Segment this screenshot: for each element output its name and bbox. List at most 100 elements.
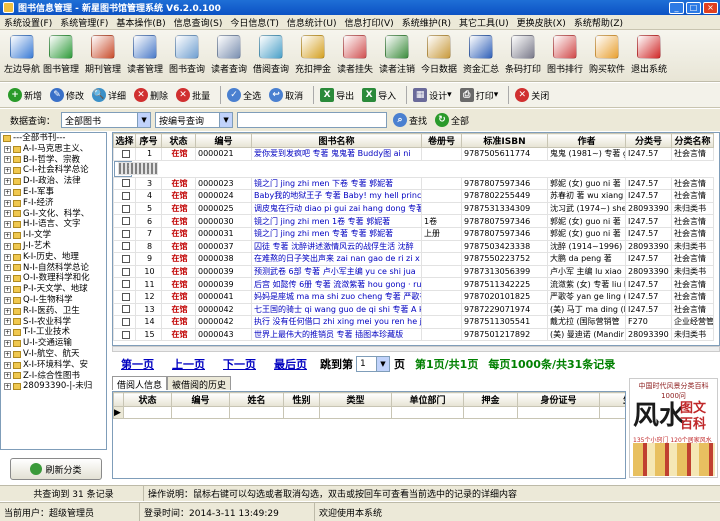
table-row[interactable]: 6 在馆 0000030 镜之门 jing zhi men 1卷 专著 郭妮著 1卷 97…: [113, 214, 714, 228]
tree-node[interactable]: ---全部书刊---: [1, 133, 106, 144]
checkbox[interactable]: [121, 305, 130, 314]
tree-node[interactable]: + D-I-政治、法律: [1, 176, 106, 187]
tree-node[interactable]: + B-I-哲学、宗教: [1, 155, 106, 166]
tab-borrow-history[interactable]: 被借阅的历史: [167, 376, 232, 391]
cancel-button[interactable]: ↩ 取消: [269, 88, 303, 102]
category-select[interactable]: 全部图书 ▼: [61, 112, 152, 128]
tree-node[interactable]: + S-I-农业科学: [1, 317, 106, 328]
column-header[interactable]: 编号: [195, 133, 252, 148]
tree-node[interactable]: + H-I-语言、文字: [1, 219, 106, 230]
menu-item[interactable]: 系统维护(R): [398, 16, 455, 29]
all-button[interactable]: ↻ 全部: [435, 113, 469, 127]
table-row[interactable]: 11 在馆 0000039 后宫 如懿传 6册 专著 流潋紫著 hou gong · …: [113, 277, 714, 291]
column-header[interactable]: 分类号: [625, 133, 672, 148]
select-all-button[interactable]: ✓ 全选: [227, 88, 261, 102]
expand-icon[interactable]: +: [4, 242, 11, 250]
column-header[interactable]: 卷册号: [421, 133, 462, 148]
checkbox[interactable]: [121, 254, 130, 263]
row-checkbox[interactable]: [113, 252, 136, 266]
menu-item[interactable]: 系统管理(F): [56, 16, 112, 29]
tree-node[interactable]: +28093390-|-未归: [1, 381, 106, 392]
tree-node[interactable]: + U-I-交通运输: [1, 338, 106, 349]
table-row[interactable]: 8 在馆 0000037 囚徒 专著 沈醉讲述激情风云的战俘生活 沈醉 97875034…: [113, 239, 714, 254]
expand-icon[interactable]: +: [4, 232, 11, 240]
row-checkbox[interactable]: [113, 189, 136, 203]
tree-node[interactable]: + K-I-历史、地理: [1, 252, 106, 263]
history-column-header[interactable]: 姓名: [229, 392, 284, 407]
toolbar-button[interactable]: 退出系统: [628, 30, 670, 81]
row-checkbox[interactable]: [113, 327, 136, 342]
close-button[interactable]: ✕ 关闭: [515, 88, 549, 102]
query-mode-select[interactable]: 按编号查询 ▼: [155, 112, 234, 128]
expand-icon[interactable]: +: [4, 167, 11, 175]
toolbar-button[interactable]: 资金汇总: [460, 30, 502, 81]
history-column-header[interactable]: 类型: [319, 392, 392, 407]
history-column-header[interactable]: 身份证号: [517, 392, 600, 407]
table-row[interactable]: 3 在馆 0000023 镜之门 jing zhi men 下卷 专著 郭妮著 9787…: [113, 176, 714, 191]
checkbox[interactable]: [121, 267, 130, 276]
delete-button[interactable]: ✕ 删除: [134, 88, 168, 102]
column-header[interactable]: 序号: [135, 133, 162, 148]
expand-icon[interactable]: +: [4, 361, 11, 369]
toolbar-button[interactable]: 条码打印: [502, 30, 544, 81]
menu-item[interactable]: 信息统计(U): [283, 16, 341, 29]
history-column-header[interactable]: 性别: [283, 392, 320, 407]
refresh-category-button[interactable]: 刷新分类: [10, 458, 102, 480]
minimize-button[interactable]: _: [669, 1, 684, 14]
expand-icon[interactable]: +: [4, 318, 11, 326]
row-checkbox[interactable]: [113, 302, 136, 317]
tree-node[interactable]: + V-I-航空、航天: [1, 349, 106, 360]
checkbox[interactable]: [121, 317, 130, 326]
toolbar-button[interactable]: 图书查询: [166, 30, 208, 81]
row-checkbox[interactable]: [113, 289, 136, 304]
tree-node[interactable]: + C-I-社会科学总论: [1, 165, 106, 176]
column-header[interactable]: 分类名称: [671, 133, 714, 148]
checkbox[interactable]: [121, 280, 130, 289]
tree-node[interactable]: + G-I-文化、科学、: [1, 209, 106, 220]
table-row[interactable]: 1 在馆 0000021 爱你爱到发疯吧 专著 鬼鬼著 Buddy图 ai ni 978…: [113, 147, 714, 161]
expand-icon[interactable]: +: [4, 383, 11, 391]
column-header[interactable]: 作者: [547, 133, 626, 148]
expand-icon[interactable]: +: [4, 145, 11, 153]
checkbox[interactable]: [121, 191, 130, 200]
history-column-header[interactable]: 押金: [463, 392, 518, 407]
tree-node[interactable]: + X-I-环境科学、安: [1, 360, 106, 371]
toolbar-button[interactable]: 借阅查询: [250, 30, 292, 81]
tree-node[interactable]: + A-I-马克思主义、: [1, 144, 106, 155]
table-row[interactable]: 13 在馆 0000042 七王国的骑士 qi wang guo de qi shi …: [113, 302, 714, 317]
first-page-link[interactable]: 第一页: [121, 356, 154, 372]
history-column-header[interactable]: 单位部门: [391, 392, 464, 407]
row-checkbox[interactable]: [113, 277, 136, 291]
row-checkbox[interactable]: [113, 264, 136, 279]
toolbar-button[interactable]: 今日数据: [418, 30, 460, 81]
checkbox[interactable]: [121, 242, 130, 251]
history-column-header[interactable]: 状态: [123, 392, 172, 407]
tree-node[interactable]: + N-I-自然科学总论: [1, 263, 106, 274]
expand-icon[interactable]: +: [4, 253, 11, 261]
search-input[interactable]: [237, 112, 388, 128]
expand-icon[interactable]: +: [4, 275, 11, 283]
table-row[interactable]: 15 在馆 0000043 世界上最伟大的推销员 专著 插图本珍藏版 978750121…: [113, 327, 714, 342]
expand-icon[interactable]: +: [4, 188, 11, 196]
toolbar-button[interactable]: 购买软件: [586, 30, 628, 81]
expand-icon[interactable]: +: [4, 329, 11, 337]
edit-button[interactable]: ✎ 修改: [50, 88, 84, 102]
add-button[interactable]: + 新增: [8, 88, 42, 102]
toolbar-button[interactable]: 读者管理: [124, 30, 166, 81]
expand-icon[interactable]: +: [4, 178, 11, 186]
checkbox[interactable]: [121, 179, 130, 188]
toolbar-button[interactable]: 读者注销: [376, 30, 418, 81]
menu-item[interactable]: 基本操作(B): [112, 16, 169, 29]
menu-item[interactable]: 信息查询(S): [170, 16, 227, 29]
tree-node[interactable]: + J-I-艺术: [1, 241, 106, 252]
table-row[interactable]: 5 在馆 0000025 调皮鬼在行动 diao pi gui zai hang do…: [113, 201, 714, 216]
tree-node[interactable]: + I-I-文学: [1, 230, 106, 241]
row-checkbox[interactable]: [113, 201, 136, 216]
tree-node[interactable]: + F-I-经济: [1, 198, 106, 209]
toolbar-button[interactable]: 充扣押金: [292, 30, 334, 81]
row-checkbox[interactable]: [113, 176, 136, 191]
table-row[interactable]: 12 在馆 0000041 妈妈是座城 ma ma shi zuo cheng 专著 …: [113, 289, 714, 304]
table-row[interactable]: 4 在馆 0000024 Baby我的地狱王子 专著 Baby! my hell pr…: [113, 189, 714, 203]
menu-item[interactable]: 更换皮肤(X): [513, 16, 570, 29]
category-tree[interactable]: ---全部书刊--- + A-I-马克思主义、 + B-I-哲学、宗教 + C-I-社会科学…: [0, 132, 107, 450]
